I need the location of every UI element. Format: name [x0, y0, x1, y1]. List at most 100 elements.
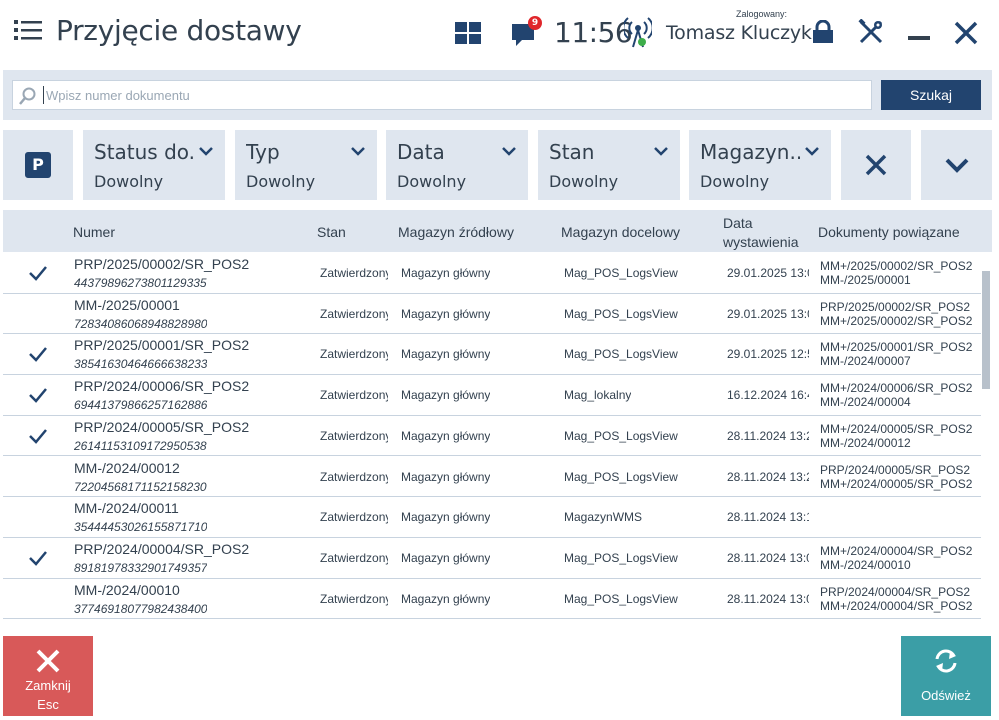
- target-warehouse: Mag_POS_LogsView: [564, 347, 678, 362]
- column-header-date-line2[interactable]: wystawienia: [723, 234, 798, 250]
- refresh-button[interactable]: Odśwież: [901, 636, 991, 716]
- document-number: PRP/2024/00005/SR_POS2: [74, 418, 250, 435]
- related-document: PRP/2024/00004/SR_POS2: [820, 584, 971, 599]
- close-icon[interactable]: [953, 20, 979, 46]
- table-row[interactable]: PRP/2024/00005/SR_POS2 26141153109172950…: [3, 415, 981, 457]
- messages-button[interactable]: 9: [510, 16, 542, 50]
- search-field[interactable]: [12, 80, 872, 110]
- filter-label: Typ: [246, 140, 280, 164]
- target-warehouse: Mag_POS_LogsView: [564, 591, 678, 606]
- clear-filters-button[interactable]: [841, 130, 911, 200]
- signal-icon[interactable]: [624, 16, 652, 48]
- table-row[interactable]: MM-/2024/00012 72204568171152158230 Zatw…: [3, 456, 981, 498]
- source-warehouse: Magazyn główny: [401, 266, 491, 280]
- related-document: MM-/2024/00012: [820, 435, 911, 450]
- document-number: PRP/2024/00004/SR_POS2: [74, 540, 250, 557]
- table-row[interactable]: PRP/2024/00004/SR_POS2 89181978332901749…: [3, 537, 981, 579]
- chevron-down-icon: [945, 158, 969, 173]
- column-header-state[interactable]: Stan: [317, 224, 346, 240]
- filter-warehouse[interactable]: Magazyn... Dowolny: [689, 130, 831, 200]
- refresh-button-label: Odśwież: [921, 688, 971, 703]
- filter-value: Dowolny: [246, 172, 316, 191]
- document-state: Zatwierdzony: [320, 347, 388, 362]
- issue-date: 28.11.2024 13:2: [727, 469, 809, 484]
- document-state: Zatwierdzony: [320, 550, 388, 565]
- filter-type[interactable]: Typ Dowolny: [235, 130, 377, 200]
- table-row[interactable]: MM-/2024/00011 35444453026155871710 Zatw…: [3, 497, 981, 538]
- document-number: MM-/2024/00012: [74, 459, 180, 476]
- logged-in-label: Zalogowany:: [736, 9, 788, 19]
- related-document: MM+/2024/00004/SR_POS2: [820, 598, 973, 613]
- user-name[interactable]: Tomasz Kluczyk: [666, 22, 812, 44]
- table-row[interactable]: MM-/2024/00010 37746918077982438400 Zatw…: [3, 578, 981, 620]
- table-row[interactable]: MM-/2025/00001 72834086068948828980 Zatw…: [3, 293, 981, 335]
- source-warehouse: Magazyn główny: [401, 428, 491, 443]
- column-header-number[interactable]: Numer: [73, 224, 115, 240]
- column-header-date-line1[interactable]: Data: [723, 215, 753, 231]
- document-code: 37746918077982438400: [74, 601, 208, 616]
- related-document: MM-/2024/00010: [820, 557, 911, 572]
- document-state: Zatwierdzony: [320, 306, 388, 321]
- minimize-icon[interactable]: [908, 36, 930, 40]
- filter-row: P Status do... Dowolny Typ Dowolny Data …: [3, 130, 992, 200]
- chevron-down-icon: [654, 147, 668, 156]
- table-row[interactable]: PRP/2024/00006/SR_POS2 69441379866257162…: [3, 375, 981, 416]
- filter-state[interactable]: Stan Dowolny: [538, 130, 680, 200]
- source-warehouse: Magazyn główny: [401, 306, 491, 321]
- related-document: PRP/2024/00005/SR_POS2: [820, 462, 971, 477]
- filter-label: Data: [397, 140, 445, 164]
- parking-button[interactable]: P: [3, 130, 73, 200]
- check-icon: [29, 551, 47, 566]
- table-body: PRP/2025/00002/SR_POS2 44379896273801129…: [3, 253, 981, 625]
- close-button[interactable]: Zamknij Esc: [3, 636, 93, 716]
- close-button-label: Zamknij: [25, 678, 71, 693]
- related-document: MM+/2024/00005/SR_POS2: [820, 476, 973, 491]
- tiles-icon[interactable]: [455, 22, 481, 44]
- search-button[interactable]: Szukaj: [881, 80, 981, 110]
- document-number: PRP/2025/00001/SR_POS2: [74, 337, 250, 354]
- issue-date: 28.11.2024 13:0: [727, 591, 809, 606]
- table-row[interactable]: PRP/2025/00001/SR_POS2 38541630464666638…: [3, 334, 981, 376]
- chevron-down-icon: [502, 147, 516, 156]
- document-code: 72834086068948828980: [74, 316, 208, 331]
- document-code: 35444453026155871710: [74, 520, 208, 535]
- column-header-related[interactable]: Dokumenty powiązane: [818, 224, 960, 240]
- refresh-icon: [935, 649, 957, 673]
- clock: 11:56: [554, 16, 633, 49]
- chevron-down-icon: [199, 147, 213, 156]
- filter-date[interactable]: Data Dowolny: [386, 130, 528, 200]
- check-icon: [29, 388, 47, 403]
- header: Przyjęcie dostawy 9 11:56 Zalogowany: To…: [0, 0, 999, 68]
- filter-value: Dowolny: [700, 172, 770, 191]
- related-document: MM-/2024/00007: [820, 354, 911, 369]
- issue-date: 28.11.2024 13:1: [727, 510, 809, 525]
- notification-badge: 9: [528, 16, 542, 30]
- issue-date: 28.11.2024 13:0: [727, 550, 809, 565]
- search-bar: Szukaj: [3, 70, 992, 120]
- related-document: MM+/2024/00004/SR_POS2: [820, 543, 973, 558]
- tools-icon[interactable]: [858, 19, 884, 45]
- filter-status[interactable]: Status do... Dowolny: [83, 130, 225, 200]
- column-header-target[interactable]: Magazyn docelowy: [561, 224, 680, 240]
- lock-icon[interactable]: [812, 20, 834, 44]
- expand-filters-button[interactable]: [921, 130, 992, 200]
- document-code: 89181978332901749357: [74, 560, 208, 575]
- target-warehouse: MagazynWMS: [564, 510, 643, 525]
- source-warehouse: Magazyn główny: [401, 550, 491, 565]
- search-input[interactable]: [43, 86, 863, 104]
- hamburger-menu-icon[interactable]: [14, 18, 44, 44]
- document-number: MM-/2024/00010: [74, 581, 180, 598]
- table-scrollbar[interactable]: [982, 253, 990, 625]
- issue-date: 29.01.2025 13:0: [727, 306, 809, 321]
- issue-date: 16.12.2024 16:4: [727, 388, 809, 403]
- target-warehouse: Mag_POS_LogsView: [564, 306, 678, 321]
- scrollbar-thumb[interactable]: [982, 271, 990, 389]
- source-warehouse: Magazyn główny: [401, 469, 491, 484]
- search-icon: [19, 87, 36, 105]
- issue-date: 28.11.2024 13:2: [727, 428, 809, 443]
- chevron-down-icon: [351, 147, 365, 156]
- table-row[interactable]: PRP/2025/00002/SR_POS2 44379896273801129…: [3, 253, 981, 294]
- target-warehouse: Mag_POS_LogsView: [564, 428, 678, 443]
- column-header-source[interactable]: Magazyn źródłowy: [398, 224, 514, 240]
- check-icon: [29, 428, 47, 444]
